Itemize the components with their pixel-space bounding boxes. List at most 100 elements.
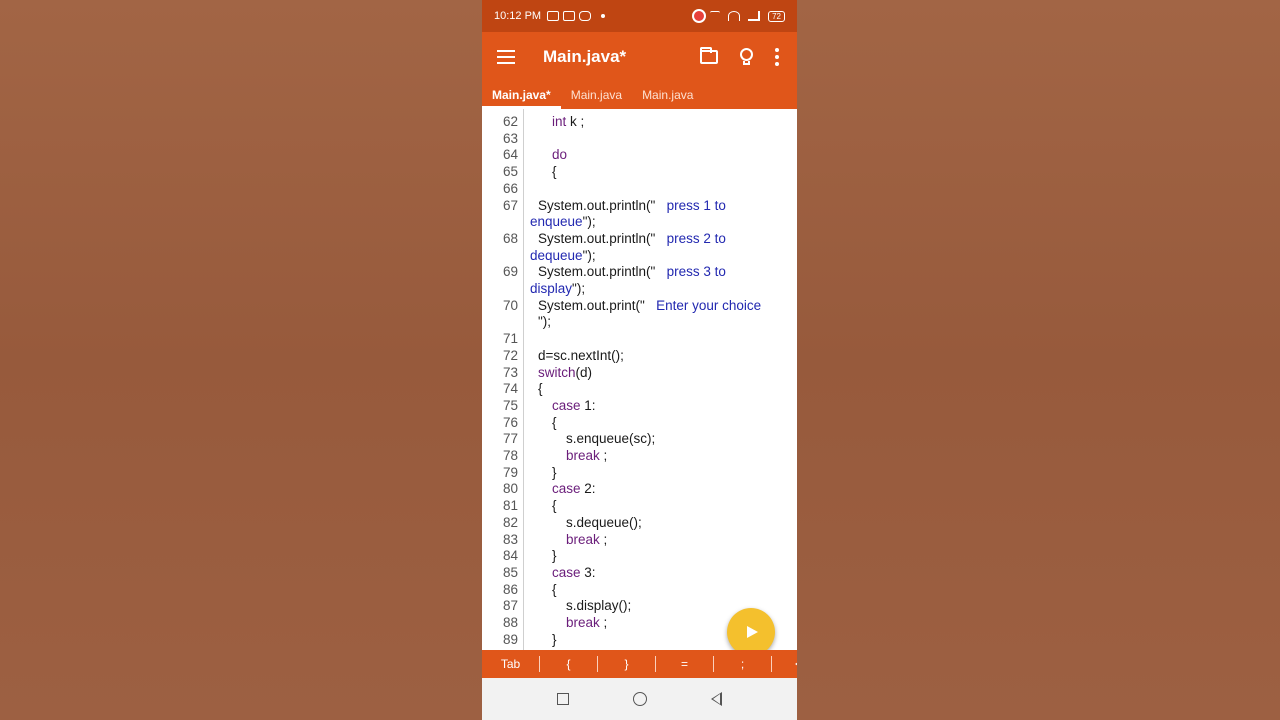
code-editor[interactable]: 62 int k ; 63 64 do 65{66 67 System.out.println… <box>482 109 797 650</box>
code-line: 64 do <box>482 147 797 164</box>
line-source: System.out.print(" Enter your choice <box>518 298 788 315</box>
line-source: switch(d) <box>518 365 788 382</box>
code-line: 78 break ; <box>482 448 797 465</box>
key-less-than[interactable]: < <box>772 657 797 671</box>
line-number: 75 <box>502 397 518 413</box>
code-line: 84} <box>482 548 797 565</box>
code-line: 76 { <box>482 415 797 432</box>
code-token: k ; <box>566 114 585 129</box>
line-source: case 3: <box>518 565 788 582</box>
line-source: System.out.println(" press 1 to <box>518 198 788 215</box>
code-token: ; <box>599 448 608 464</box>
line-source <box>518 331 788 348</box>
line-number: 66 <box>502 180 518 196</box>
key-equals[interactable]: = <box>656 657 713 671</box>
code-line-wrap: "); <box>482 314 797 331</box>
line-source: System.out.println(" press 3 to <box>518 264 788 281</box>
line-source: d=sc.nextInt(); <box>518 348 788 365</box>
line-number-blank <box>482 281 518 298</box>
line-number: 82 <box>502 514 518 530</box>
line-number: 73 <box>502 364 518 380</box>
code-line: 86 { <box>482 582 797 599</box>
line-source: case 2: <box>518 481 788 498</box>
line-number-blank <box>482 314 518 331</box>
code-token: 3: <box>580 564 596 580</box>
code-token: System.out.println(" <box>538 197 667 213</box>
line-source <box>518 131 788 148</box>
line-source-wrap: dequeue"); <box>518 248 788 265</box>
line-number-blank <box>482 248 518 265</box>
code-keyword: break <box>566 531 600 547</box>
code-line-wrap: display"); <box>482 281 797 298</box>
line-number: 79 <box>502 464 518 480</box>
line-source-wrap: "); <box>518 314 788 331</box>
code-token: System.out.print(" <box>538 297 657 313</box>
key-semicolon[interactable]: ; <box>714 657 771 671</box>
key-open-brace[interactable]: { <box>540 657 597 671</box>
tab-main-java-modified[interactable]: Main.java* <box>482 82 561 109</box>
folder-icon[interactable] <box>700 47 718 64</box>
app-title: Main.java* <box>543 47 627 66</box>
nav-home-icon[interactable] <box>633 692 647 706</box>
code-token: "); <box>538 314 552 330</box>
code-keyword: int <box>552 114 567 129</box>
lightbulb-icon[interactable] <box>740 48 753 66</box>
code-keyword: case <box>552 564 581 580</box>
code-keyword: do <box>552 147 568 163</box>
instagram-icon <box>579 11 592 21</box>
code-token: 1: <box>580 397 596 413</box>
code-keyword: case <box>552 481 581 497</box>
run-button[interactable] <box>727 608 775 656</box>
code-line-wrap: enqueue"); <box>482 214 797 231</box>
code-token: ; <box>599 615 608 631</box>
notification-dot-icon <box>601 14 606 18</box>
code-string: Enter your choice <box>656 297 762 313</box>
volte-icon <box>710 11 721 21</box>
code-string: display <box>530 281 573 297</box>
phone-screen: 10:12 PM 72 Main.java* Main.java* Main.j… <box>482 0 797 720</box>
code-string: press 2 to <box>666 230 726 246</box>
tab-main-java-2[interactable]: Main.java <box>561 82 632 109</box>
nav-recents-icon[interactable] <box>557 693 569 705</box>
code-line: 83 break ; <box>482 532 797 549</box>
line-number: 71 <box>502 331 518 347</box>
app-bar-actions <box>700 47 779 66</box>
key-close-brace[interactable]: } <box>598 657 655 671</box>
line-number: 76 <box>502 414 518 430</box>
background-right <box>797 0 1280 720</box>
symbol-key-bar: Tab { } = ; < <box>482 650 797 678</box>
code-line: 74 { <box>482 381 797 398</box>
code-token: d=sc.nextInt(); <box>538 347 624 363</box>
line-number: 74 <box>502 381 518 397</box>
key-tab[interactable]: Tab <box>482 657 539 671</box>
code-line: 62 int k ; <box>482 114 797 131</box>
message-icon <box>563 11 576 21</box>
line-number-blank <box>482 214 518 231</box>
code-line: 73 switch(d) <box>482 365 797 382</box>
code-line: 63 <box>482 131 797 148</box>
code-line: 66 <box>482 181 797 198</box>
status-time: 10:12 PM <box>494 10 542 22</box>
code-line: 82 s.dequeue(); <box>482 515 797 532</box>
line-source <box>518 181 788 198</box>
line-number: 62 <box>502 114 518 129</box>
code-token: } <box>552 464 557 480</box>
code-string: press 1 to <box>666 197 726 213</box>
code-line: 80 case 2: <box>482 481 797 498</box>
menu-icon[interactable] <box>497 50 515 64</box>
code-keyword: break <box>566 448 600 464</box>
code-token: "); <box>572 281 586 297</box>
tab-main-java-3[interactable]: Main.java <box>632 82 703 109</box>
line-number: 65 <box>502 164 518 180</box>
nav-back-icon[interactable] <box>711 692 722 706</box>
battery-icon: 72 <box>768 10 785 22</box>
line-number: 69 <box>502 264 518 280</box>
background-left <box>0 0 482 720</box>
code-keyword: break <box>566 615 600 631</box>
code-line: 72 d=sc.nextInt(); <box>482 348 797 365</box>
line-source-wrap: enqueue"); <box>518 214 788 231</box>
more-vert-icon[interactable] <box>775 48 779 66</box>
code-token: ; <box>599 531 608 547</box>
code-line: 67 System.out.println(" press 1 to <box>482 198 797 215</box>
code-token: } <box>552 548 557 564</box>
